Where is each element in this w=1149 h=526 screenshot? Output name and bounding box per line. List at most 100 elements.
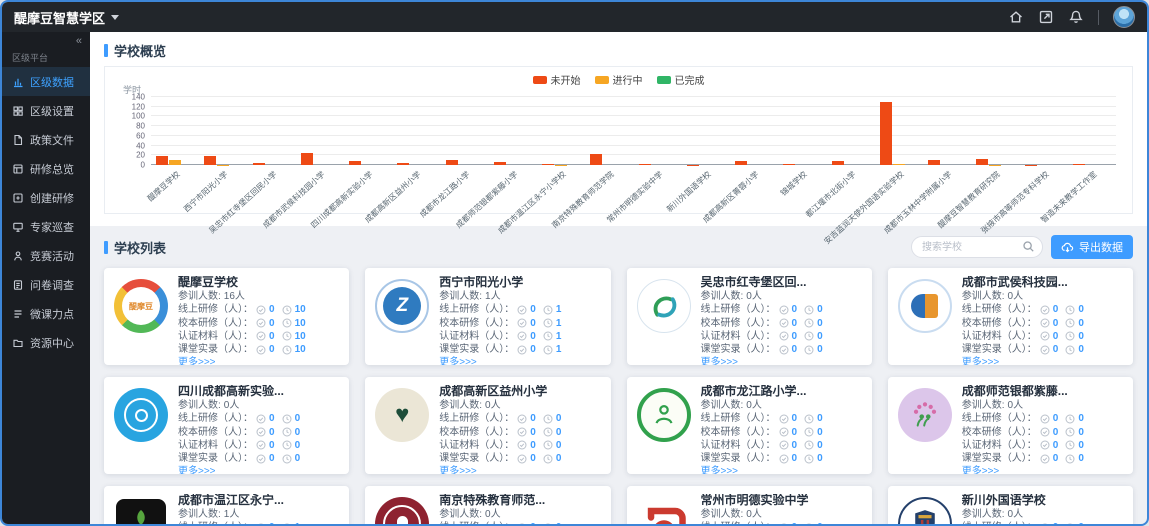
- sidebar-collapse-icon[interactable]: «: [2, 32, 90, 47]
- school-logo: [375, 494, 429, 524]
- participants-value: 0人: [746, 290, 762, 303]
- bar-group: [827, 97, 875, 165]
- more-link[interactable]: 更多>>>: [178, 465, 339, 474]
- clock-circle-icon: [1065, 318, 1075, 328]
- more-link[interactable]: 更多>>>: [178, 356, 339, 365]
- stat-row: 线上研修（人）：00: [962, 521, 1123, 524]
- create-icon: [12, 192, 24, 204]
- bell-icon[interactable]: [1068, 9, 1084, 25]
- stat-done: 0: [792, 343, 798, 356]
- legend-item[interactable]: 未开始: [533, 72, 581, 87]
- search-icon[interactable]: [1022, 240, 1035, 253]
- sidebar-item-3[interactable]: 政策文件: [2, 125, 90, 154]
- stat-row: 课堂实录（人）：00: [178, 452, 339, 465]
- check-circle-icon: [779, 427, 789, 437]
- stat-row: 课堂实录（人）：00: [701, 452, 862, 465]
- more-link[interactable]: 更多>>>: [701, 356, 862, 365]
- more-link[interactable]: 更多>>>: [439, 356, 600, 365]
- user-avatar[interactable]: [1113, 6, 1135, 28]
- clock-circle-icon: [804, 427, 814, 437]
- clock-circle-icon: [804, 345, 814, 355]
- clock-circle-icon: [543, 414, 553, 424]
- home-icon[interactable]: [1008, 9, 1024, 25]
- clock-circle-icon: [804, 523, 814, 524]
- legend-item[interactable]: 已完成: [657, 72, 705, 87]
- stat-row: 课堂实录（人）：00: [701, 343, 862, 356]
- stat-row: 线上研修（人）：00: [962, 412, 1123, 425]
- y-tick-label: 40: [136, 141, 145, 150]
- more-link[interactable]: 更多>>>: [962, 465, 1123, 474]
- stat-pending: 0: [817, 521, 823, 524]
- participants-row: 参训人数:0人: [178, 399, 339, 412]
- bar-group: [875, 97, 923, 165]
- sidebar-item-9[interactable]: 微课力点: [2, 299, 90, 328]
- sidebar-item-5[interactable]: 创建研修: [2, 183, 90, 212]
- clock-circle-icon: [543, 427, 553, 437]
- legend-item[interactable]: 进行中: [595, 72, 643, 87]
- stat-pending: 0: [556, 452, 562, 465]
- check-circle-icon: [779, 305, 789, 315]
- sidebar-item-label: 问卷调查: [30, 277, 74, 293]
- stat-row: 课堂实录（人）：00: [962, 343, 1123, 356]
- school-card: 常州市明德实验中学参训人数:0人线上研修（人）：00校本研修（人）：00认证材料…: [627, 486, 872, 524]
- stat-done: 0: [530, 330, 536, 343]
- school-card: 永宁小学成都市温江区永宁...参训人数:1人线上研修（人）：01校本研修（人）：…: [104, 486, 349, 524]
- sidebar-item-8[interactable]: 问卷调查: [2, 270, 90, 299]
- stat-done: 0: [530, 303, 536, 316]
- sidebar-item-4[interactable]: 研修总览: [2, 154, 90, 183]
- more-link[interactable]: 更多>>>: [701, 465, 862, 474]
- stat-row: 线上研修（人）：00: [701, 303, 862, 316]
- more-link[interactable]: 更多>>>: [962, 356, 1123, 365]
- document-icon: [12, 134, 24, 146]
- participants-row: 参训人数:0人: [701, 508, 862, 521]
- sidebar-item-2[interactable]: 区级设置: [2, 96, 90, 125]
- stat-row: 认证材料（人）：00: [701, 439, 862, 452]
- sidebar-item-10[interactable]: 资源中心: [2, 328, 90, 357]
- bar-group: [730, 97, 778, 165]
- stat-done: 0: [792, 303, 798, 316]
- clock-circle-icon: [543, 523, 553, 524]
- sidebar-item-label: 资源中心: [30, 335, 74, 351]
- chart-legend: 未开始进行中已完成: [533, 72, 705, 87]
- y-tick-label: 20: [136, 151, 145, 160]
- stat-row: 线上研修（人）：00: [962, 303, 1123, 316]
- stat-row: 校本研修（人）：00: [962, 317, 1123, 330]
- top-navbar: 醍摩豆智慧学区: [2, 2, 1147, 32]
- check-circle-icon: [256, 318, 266, 328]
- clock-circle-icon: [282, 305, 292, 315]
- stat-row: 课堂实录（人）：00: [962, 452, 1123, 465]
- bar-未开始: [204, 156, 216, 165]
- stat-row: 线上研修（人）：00: [439, 521, 600, 524]
- more-link[interactable]: 更多>>>: [439, 465, 600, 474]
- stat-pending: 10: [295, 330, 306, 343]
- stat-row: 认证材料（人）：00: [962, 330, 1123, 343]
- school-cards-grid: 醍摩豆醍摩豆学校参训人数:16人线上研修（人）：010校本研修（人）：010认证…: [104, 268, 1133, 524]
- check-circle-icon: [517, 523, 527, 524]
- stat-done: 0: [269, 521, 275, 524]
- district-switcher[interactable]: 醍摩豆智慧学区: [14, 8, 119, 27]
- participants-value: 0人: [485, 508, 501, 521]
- check-circle-icon: [517, 427, 527, 437]
- sidebar-item-6[interactable]: 专家巡查: [2, 212, 90, 241]
- legend-swatch: [657, 76, 671, 84]
- y-tick-label: 120: [132, 102, 145, 111]
- stat-row: 校本研修（人）：00: [439, 426, 600, 439]
- stat-pending: 0: [1078, 439, 1084, 452]
- sidebar-item-7[interactable]: 竞赛活动: [2, 241, 90, 270]
- export-data-button[interactable]: 导出数据: [1051, 235, 1133, 259]
- external-link-icon[interactable]: [1038, 9, 1054, 25]
- school-name: 成都市温江区永宁...: [178, 494, 339, 507]
- y-tick-label: 0: [141, 161, 145, 170]
- participants-value: 0人: [1008, 508, 1024, 521]
- stat-done: 0: [1053, 426, 1059, 439]
- school-overview-section: 学校概览 未开始进行中已完成 学时 醍摩豆学校西宁市阳光小学吴忠市红寺堡区回民小…: [90, 32, 1147, 226]
- school-logo: [637, 385, 691, 445]
- school-name: 吴忠市红寺堡区回...: [701, 276, 862, 289]
- participants-value: 0人: [746, 399, 762, 412]
- school-list-section: 学校列表 导出数据: [90, 226, 1147, 524]
- section-accent-bar: [104, 44, 108, 57]
- sidebar-item-1[interactable]: 区级数据: [2, 67, 90, 96]
- stat-row: 线上研修（人）：00: [178, 412, 339, 425]
- check-circle-icon: [779, 414, 789, 424]
- stat-done: 0: [1053, 452, 1059, 465]
